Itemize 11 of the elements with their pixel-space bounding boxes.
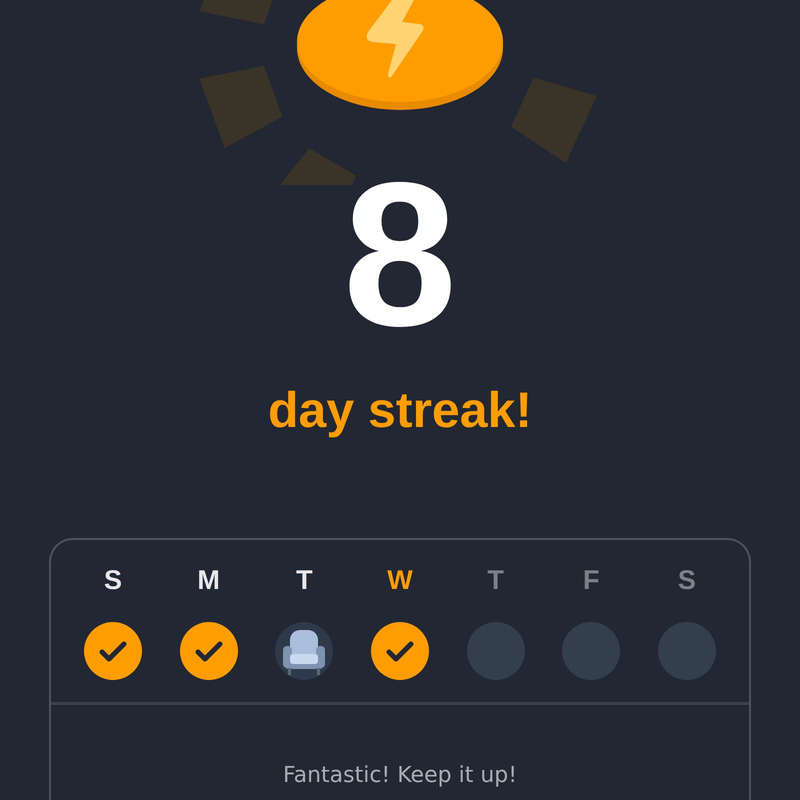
day-label: W — [387, 564, 413, 596]
day-label: S — [104, 564, 122, 596]
encouragement-message: Fantastic! Keep it up! — [282, 763, 518, 788]
lightning-coin-icon — [297, 0, 503, 110]
day-label: T — [296, 564, 313, 596]
day-label: F — [583, 564, 600, 596]
day-label: T — [487, 564, 504, 596]
day-label: S — [678, 564, 696, 596]
streak-count: 8 — [342, 180, 457, 330]
day-label: M — [197, 564, 220, 596]
streak-label: day streak! — [268, 381, 532, 440]
